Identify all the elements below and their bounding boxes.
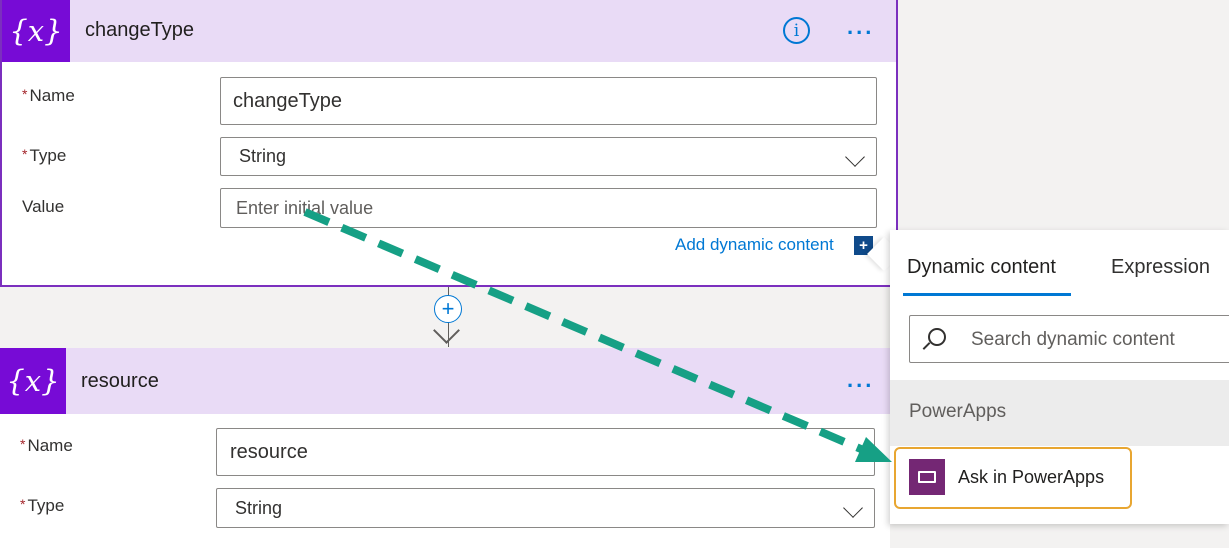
name-input[interactable]: resource — [216, 428, 875, 476]
more-options-icon[interactable]: ... — [847, 14, 874, 40]
type-dropdown[interactable]: String — [220, 137, 877, 176]
name-input[interactable]: changeType — [220, 77, 877, 125]
variable-icon: {x} — [2, 0, 70, 62]
highlight-box — [894, 447, 1132, 509]
card-header[interactable]: {x} resource ... — [0, 348, 890, 414]
info-icon[interactable]: i — [783, 17, 810, 44]
variable-icon: {x} — [0, 348, 66, 414]
value-placeholder: Enter initial value — [236, 197, 374, 218]
required-marker: * — [22, 86, 28, 102]
card-title: resource — [81, 370, 159, 392]
value-input[interactable]: Enter initial value — [220, 188, 877, 228]
chevron-down-icon — [845, 147, 865, 167]
name-label: * Name — [20, 436, 73, 455]
chevron-down-icon — [843, 498, 863, 518]
type-label: * Type — [22, 146, 67, 165]
group-header-powerapps: PowerApps — [890, 380, 1229, 446]
search-placeholder: Search dynamic content — [971, 329, 1175, 350]
card-title: changeType — [85, 19, 194, 41]
search-icon — [928, 328, 946, 346]
search-input[interactable]: Search dynamic content — [909, 315, 1229, 363]
more-options-icon[interactable]: ... — [847, 367, 874, 393]
required-marker: * — [20, 436, 26, 452]
active-tab-indicator — [903, 293, 1071, 296]
dynamic-content-panel: Dynamic content Expression Search dynami… — [890, 230, 1229, 524]
tab-expression[interactable]: Expression — [1111, 256, 1210, 279]
arrow-down-icon — [433, 317, 460, 344]
initialize-variable-card-changetype[interactable]: {x} changeType i ... * Name changeType * T… — [0, 0, 898, 287]
required-marker: * — [20, 496, 26, 512]
name-label: * Name — [22, 86, 75, 105]
required-marker: * — [22, 146, 28, 162]
group-label: PowerApps — [909, 401, 1007, 422]
type-label: * Type — [20, 496, 65, 515]
type-dropdown[interactable]: String — [216, 488, 875, 528]
tab-dynamic-content[interactable]: Dynamic content — [907, 256, 1056, 279]
value-label: Value — [22, 197, 65, 216]
initialize-variable-card-resource[interactable]: {x} resource ... * Name resource * Type St… — [0, 348, 890, 548]
card-header[interactable]: {x} changeType i ... — [2, 0, 896, 62]
add-dynamic-content-link[interactable]: Add dynamic content — [675, 235, 834, 255]
